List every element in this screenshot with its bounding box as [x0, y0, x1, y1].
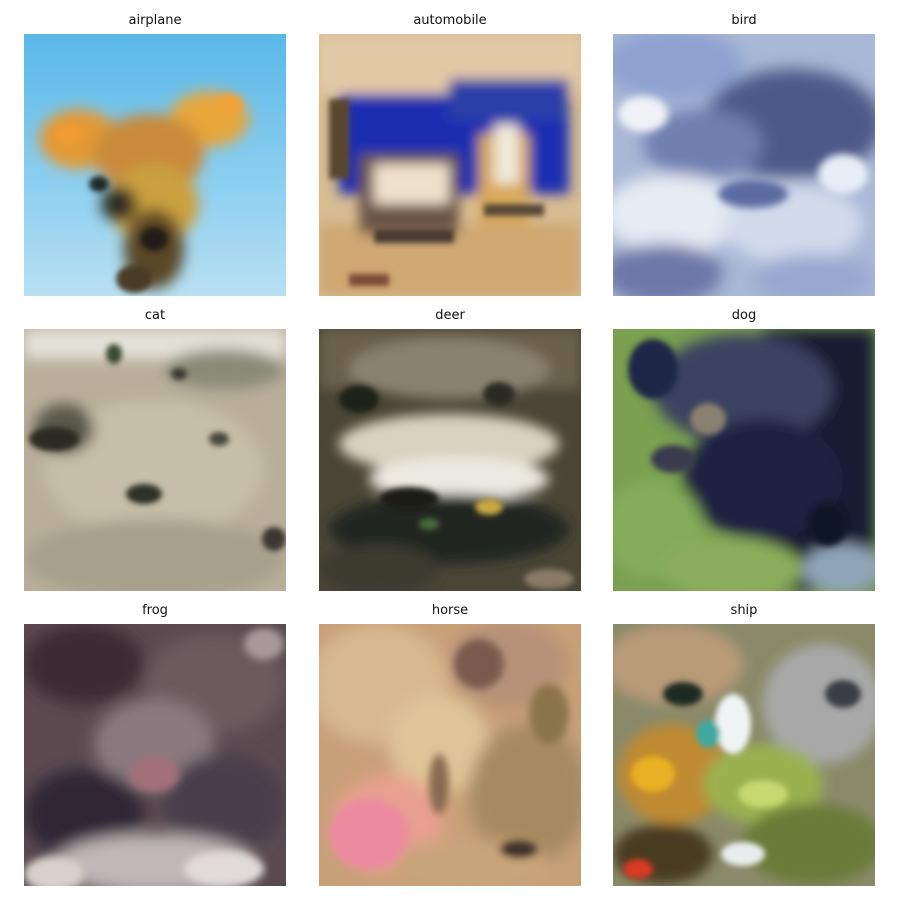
image-airplane — [24, 34, 286, 296]
panel-title-cat: cat — [144, 308, 166, 323]
image-frog — [24, 624, 286, 886]
image-bird — [613, 34, 875, 296]
image-ship — [613, 624, 875, 886]
panel-title-bird: bird — [731, 13, 757, 28]
image-automobile — [319, 34, 581, 296]
panel-title-dog: dog — [731, 308, 757, 323]
panel-title-airplane: airplane — [128, 13, 182, 28]
panel-title-horse: horse — [431, 603, 469, 618]
panel-title-frog: frog — [142, 603, 168, 618]
image-cat — [24, 329, 286, 591]
panel-title-deer: deer — [435, 308, 465, 323]
image-deer — [319, 329, 581, 591]
image-horse — [319, 624, 581, 886]
panel-title-ship: ship — [730, 603, 758, 618]
image-dog — [613, 329, 875, 591]
panel-title-automobile: automobile — [413, 13, 487, 28]
